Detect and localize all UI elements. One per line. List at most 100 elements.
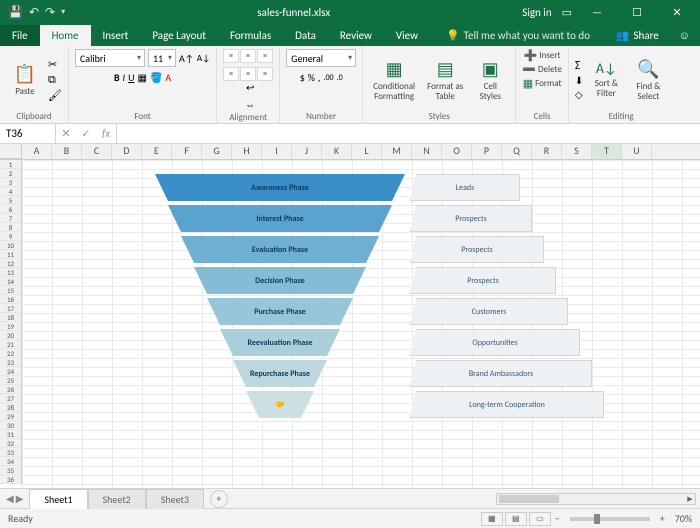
tab-insert[interactable]: Insert — [91, 25, 141, 46]
column-header-J[interactable]: J — [292, 144, 322, 159]
add-sheet-button[interactable]: + — [210, 490, 228, 508]
row-header-7[interactable]: 7 — [0, 214, 22, 223]
funnel-segment-7[interactable]: 🤝 — [246, 391, 314, 418]
decrease-font-icon[interactable]: A↓ — [197, 53, 210, 64]
row-header-10[interactable]: 10 — [0, 241, 22, 250]
row-header-22[interactable]: 22 — [0, 349, 22, 358]
funnel-chart[interactable]: Awareness Phase Interest Phase Evaluatio… — [155, 174, 405, 422]
funnel-segment-6[interactable]: Repurchase Phase — [233, 360, 327, 387]
fx-icon[interactable]: fx — [96, 124, 116, 143]
row-header-27[interactable]: 27 — [0, 394, 22, 403]
increase-font-icon[interactable]: A↑ — [179, 52, 194, 65]
row-header-19[interactable]: 19 — [0, 322, 22, 331]
column-header-U[interactable]: U — [622, 144, 652, 159]
row-header-16[interactable]: 16 — [0, 295, 22, 304]
row-header-35[interactable]: 35 — [0, 466, 22, 475]
row-header-9[interactable]: 9 — [0, 232, 22, 241]
minimize-button[interactable]: — — [582, 6, 612, 19]
border-icon[interactable]: ▦ — [138, 71, 147, 84]
column-header-G[interactable]: G — [202, 144, 232, 159]
column-header-F[interactable]: F — [172, 144, 202, 159]
undo-icon[interactable]: ↶ — [29, 5, 39, 20]
sheet-tab-sheet2[interactable]: Sheet2 — [88, 489, 146, 509]
italic-button[interactable]: I — [123, 71, 126, 84]
tell-me-search[interactable]: 💡 Tell me what you want to do — [436, 25, 600, 46]
funnel-segment-0[interactable]: Awareness Phase — [155, 174, 405, 201]
page-layout-view-button[interactable]: ▤ — [505, 512, 527, 526]
row-header-33[interactable]: 33 — [0, 448, 22, 457]
column-header-R[interactable]: R — [532, 144, 562, 159]
row-header-4[interactable]: 4 — [0, 187, 22, 196]
save-icon[interactable]: 💾 — [8, 5, 23, 20]
row-header-3[interactable]: 3 — [0, 178, 22, 187]
format-painter-icon[interactable]: 🖌 — [48, 89, 62, 102]
tab-formulas[interactable]: Formulas — [218, 25, 283, 46]
zoom-slider[interactable] — [570, 517, 650, 521]
column-header-L[interactable]: L — [352, 144, 382, 159]
funnel-segment-1[interactable]: Interest Phase — [168, 205, 392, 232]
align-right-icon[interactable]: ≡ — [257, 67, 273, 81]
paste-button[interactable]: 📋 Paste — [6, 61, 44, 99]
fill-icon[interactable]: ⬇ — [575, 74, 583, 87]
column-header-D[interactable]: D — [112, 144, 142, 159]
ribbon-options-icon[interactable]: ▭ — [562, 6, 572, 19]
enter-formula-icon[interactable]: ✓ — [76, 124, 96, 143]
clear-icon[interactable]: ◇ — [575, 88, 583, 101]
column-header-A[interactable]: A — [22, 144, 52, 159]
page-break-view-button[interactable]: ▭ — [529, 512, 551, 526]
column-header-B[interactable]: B — [52, 144, 82, 159]
underline-button[interactable]: U — [128, 71, 134, 84]
format-as-table-button[interactable]: ▤ Format as Table — [423, 56, 467, 104]
normal-view-button[interactable]: ▦ — [481, 512, 503, 526]
row-header-6[interactable]: 6 — [0, 205, 22, 214]
row-header-20[interactable]: 20 — [0, 331, 22, 340]
row-header-8[interactable]: 8 — [0, 223, 22, 232]
column-header-E[interactable]: E — [142, 144, 172, 159]
column-header-M[interactable]: M — [382, 144, 412, 159]
select-all-corner[interactable] — [0, 144, 22, 159]
cells-area[interactable]: Awareness Phase Interest Phase Evaluatio… — [22, 160, 700, 488]
row-header-24[interactable]: 24 — [0, 367, 22, 376]
zoom-in-button[interactable]: + — [656, 512, 669, 525]
align-middle-icon[interactable]: ≡ — [240, 49, 256, 63]
row-header-13[interactable]: 13 — [0, 268, 22, 277]
row-header-21[interactable]: 21 — [0, 340, 22, 349]
column-header-I[interactable]: I — [262, 144, 292, 159]
delete-cells-button[interactable]: ➖Delete — [522, 63, 562, 76]
sheet-nav-next-icon[interactable]: ▶ — [16, 492, 24, 505]
column-header-C[interactable]: C — [82, 144, 112, 159]
scroll-right-icon[interactable]: ▶ — [685, 494, 695, 504]
row-header-32[interactable]: 32 — [0, 439, 22, 448]
row-header-14[interactable]: 14 — [0, 277, 22, 286]
row-header-34[interactable]: 34 — [0, 457, 22, 466]
sort-filter-button[interactable]: A↓ Sort & Filter — [587, 58, 625, 101]
percent-icon[interactable]: % — [308, 71, 315, 84]
column-header-O[interactable]: O — [442, 144, 472, 159]
merge-center-icon[interactable]: ⇔ — [245, 98, 255, 111]
sheet-tab-sheet3[interactable]: Sheet3 — [146, 489, 204, 509]
row-header-29[interactable]: 29 — [0, 412, 22, 421]
align-left-icon[interactable]: ≡ — [223, 67, 239, 81]
horizontal-scrollbar[interactable]: ◀ ▶ — [496, 493, 696, 505]
row-header-30[interactable]: 30 — [0, 421, 22, 430]
row-header-17[interactable]: 17 — [0, 304, 22, 313]
row-header-31[interactable]: 31 — [0, 430, 22, 439]
row-header-11[interactable]: 11 — [0, 250, 22, 259]
align-top-icon[interactable]: ≡ — [223, 49, 239, 63]
column-header-P[interactable]: P — [472, 144, 502, 159]
column-header-T[interactable]: T — [592, 144, 622, 159]
zoom-level[interactable]: 70% — [675, 512, 692, 525]
insert-cells-button[interactable]: ➕Insert — [524, 49, 561, 62]
row-header-5[interactable]: 5 — [0, 196, 22, 205]
row-header-12[interactable]: 12 — [0, 259, 22, 268]
qat-customize-icon[interactable]: ▾ — [61, 7, 65, 17]
font-name-select[interactable]: Calibri — [75, 49, 145, 67]
feedback-button[interactable]: ☺ — [669, 25, 700, 46]
share-button[interactable]: 👥 Share — [606, 25, 669, 46]
sheet-tab-sheet1[interactable]: Sheet1 — [29, 489, 87, 509]
column-header-Q[interactable]: Q — [502, 144, 532, 159]
row-header-36[interactable]: 36 — [0, 475, 22, 484]
decrease-decimal-icon[interactable]: .0 — [337, 73, 343, 83]
row-header-15[interactable]: 15 — [0, 286, 22, 295]
zoom-out-button[interactable]: − — [551, 512, 564, 525]
